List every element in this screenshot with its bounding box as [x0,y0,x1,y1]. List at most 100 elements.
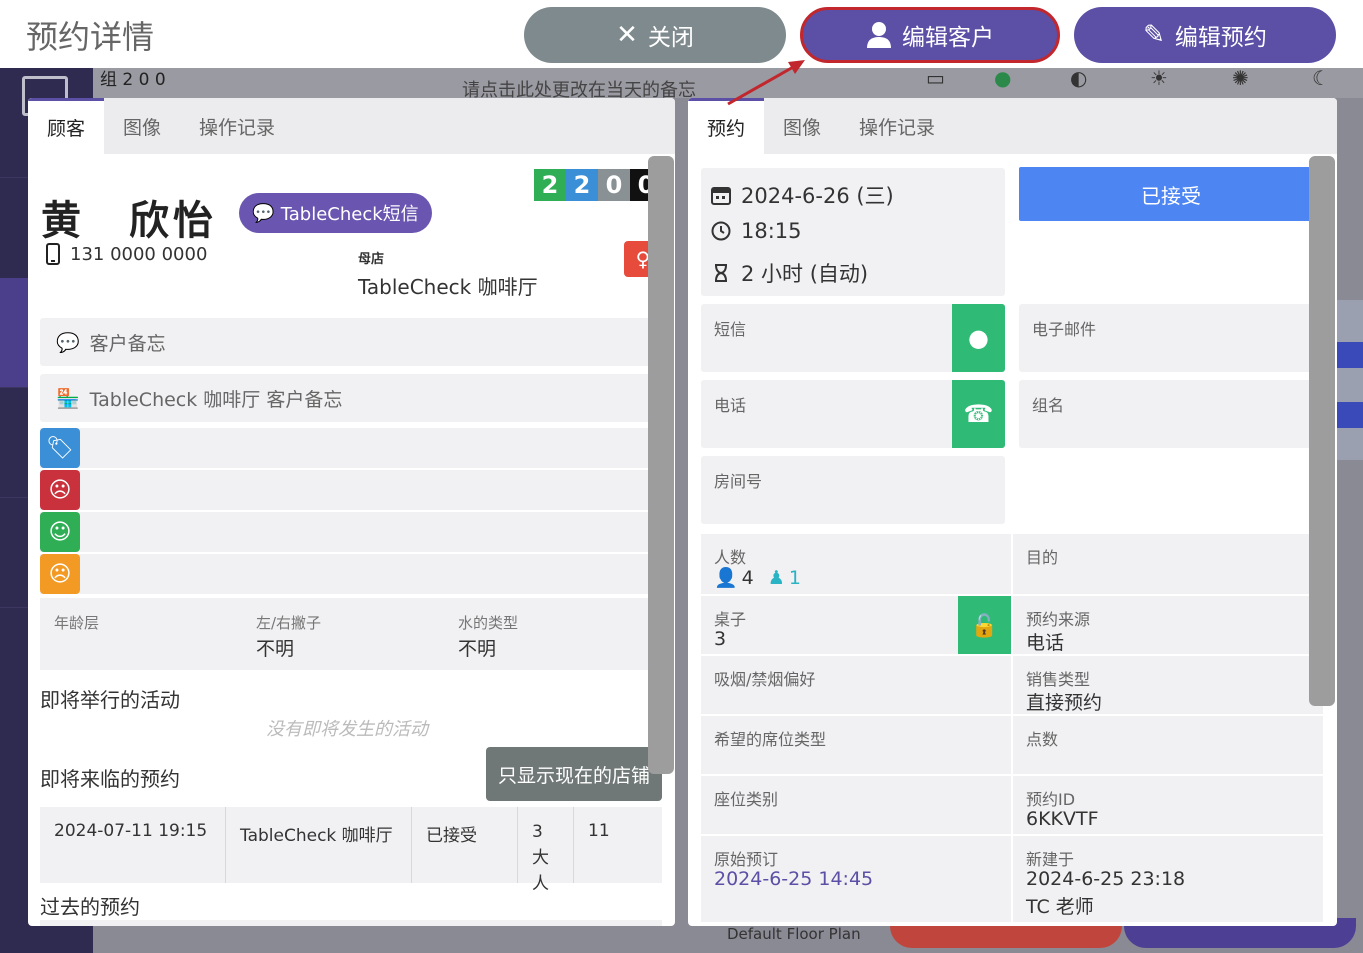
purpose-cell: 目的 [1013,532,1323,594]
duration-line: 2 小时 (自动) [711,258,868,288]
table-row[interactable]: 2024-07-11 19:15 TableCheck 咖啡厅 已接受 3大人 … [40,807,662,894]
source-value: 电话 [1026,632,1065,654]
edit-customer-button[interactable]: 编辑客户 [800,7,1060,63]
water-type-label: 水的类型 [458,614,519,632]
comment-icon: 💬 [56,331,80,354]
res-table: 11 [588,821,610,841]
group-name-label: 组名 [1032,396,1065,415]
points-label: 点数 [1026,730,1059,749]
tab-history[interactable]: 操作记录 [840,98,954,154]
tab-customer[interactable]: 顾客 [28,98,105,154]
customer-tabs: 顾客 图像 操作记录 [28,98,675,154]
smoking-label: 吸烟/禁烟偏好 [714,670,816,689]
background-toolbar [93,68,1363,98]
customer-phone: 131 0000 0000 [46,243,207,265]
table-row [40,920,662,926]
time-line: 18:15 [711,219,802,243]
calendar-icon [711,187,731,205]
tablecheck-sms-button[interactable]: 💬 TableCheck短信 [239,193,432,233]
complaint-row[interactable]: ☹ [40,554,662,594]
modal-header: 预约详情 ✕ 关闭 编辑客户 ✎ 编辑预约 [0,0,1363,68]
room-label: 房间号 [714,472,763,491]
tab-images[interactable]: 图像 [104,98,180,154]
age-group-label: 年龄层 [54,614,100,632]
created-by: TC 老师 [1026,896,1094,918]
reservation-duration: 2 小时 (自动) [741,262,869,286]
count-badge: 2 [534,169,566,201]
created-value: 2024-6-25 23:18 [1026,868,1186,890]
reservation-scrollbar[interactable] [1309,156,1335,706]
phone-icon[interactable]: ☎ [952,380,1005,448]
res-party: 3大人 [518,807,574,894]
reservation-date: 2024-6-26 (三) [741,184,894,208]
adult-icon: 👤 [714,567,738,589]
store-customer-memo[interactable]: 🏪 TableCheck 咖啡厅 客户备忘 [40,374,662,422]
close-button[interactable]: ✕ 关闭 [524,7,786,63]
group-name-field: 组名 [1019,380,1323,448]
chat-icon: 💬 [252,202,275,224]
count-badge: 2 [566,169,598,201]
original-booking-link[interactable]: 2024-6-25 14:45 [714,868,873,890]
edit-reservation-button[interactable]: ✎ 编辑预约 [1074,7,1336,63]
seat-type-label: 希望的席位类型 [714,730,827,749]
tab-history[interactable]: 操作记录 [180,98,294,154]
reservation-id-value: 6KKVTF [1026,808,1099,830]
background-right-edge [1337,300,1363,460]
all-day-icon: ◐ [1070,66,1088,90]
close-icon: ✕ [616,20,638,50]
tab-images[interactable]: 图像 [764,98,840,154]
unlock-icon[interactable]: 🔓 [958,596,1011,656]
sms-label: 短信 [714,320,747,339]
created-label: 新建于 [1026,850,1075,869]
phone-number: 131 0000 0000 [70,243,208,265]
floor-plan-icon: ▭ [926,66,945,90]
no-events-note: 没有即将发生的活动 [266,719,428,740]
sales-type-cell: 销售类型 直接预约 [1013,654,1323,716]
customer-panel: 顾客 图像 操作记录 2 2 0 0 黄 欣怡 💬 TableCheck短信 1… [28,98,675,926]
created-cell: 新建于 2024-6-25 23:18 TC 老师 [1013,834,1323,922]
original-booking-cell: 原始预订 2024-6-25 14:45 [701,834,1011,922]
home-store-name: TableCheck 咖啡厅 [358,275,538,299]
handedness-value: 不明 [256,638,295,660]
like-row[interactable]: ☺ [40,512,662,552]
customer-scrollbar[interactable] [648,156,674,774]
seat-type-cell: 希望的席位类型 [701,714,1011,776]
tag-row[interactable]: 🏷 [40,428,662,468]
seat-category-label: 座位类别 [714,790,779,809]
tag-icon: 🏷 [40,428,80,468]
reservation-datetime: 2024-6-26 (三) 18:15 2 小时 (自动) [701,168,1005,296]
smile-icon: ☺ [40,512,80,552]
globe-icon: ● [994,66,1012,90]
upcoming-events-title: 即将举行的活动 [40,688,180,712]
purpose-label: 目的 [1026,548,1059,567]
only-current-store-button[interactable]: 只显示现在的店铺 [486,747,662,801]
background-marker [1337,342,1363,368]
email-field: 电子邮件 [1019,304,1323,372]
source-cell: 预约来源 电话 [1013,594,1323,656]
sales-type-value: 直接预约 [1026,692,1103,714]
customer-memo[interactable]: 💬 客户备忘 [40,318,662,366]
status-accepted-button[interactable]: 已接受 [1019,167,1323,221]
table-cell: 桌子 3 🔓 [701,594,1011,656]
seat-category-cell: 座位类别 [701,774,1011,836]
store-icon: 🏪 [56,387,80,410]
customer-attributes: 年龄层 左/右撇子 不明 水的类型 不明 [40,598,662,670]
adult-count: 4 [741,566,754,589]
close-label: 关闭 [647,25,694,51]
count-badge: 0 [598,169,630,201]
sms-field: 短信 ● [701,304,1005,372]
page-title: 预约详情 [26,18,155,56]
past-reservations-title: 过去的预约 [40,895,140,919]
background-marker [1337,402,1363,428]
points-cell: 点数 [1013,714,1323,776]
reservation-id-cell: 预约ID 6KKVTF [1013,774,1323,836]
reservation-time: 18:15 [741,219,802,243]
store-memo-label: TableCheck 咖啡厅 客户备忘 [89,388,343,411]
chat-icon[interactable]: ● [952,304,1005,372]
room-field: 房间号 [701,456,1005,524]
dislike-row[interactable]: ☹ [40,470,662,510]
edit-reservation-label: 编辑预约 [1174,25,1267,51]
child-count: 1 [788,566,801,589]
email-label: 电子邮件 [1032,320,1097,339]
tab-reservation[interactable]: 预约 [688,98,765,154]
